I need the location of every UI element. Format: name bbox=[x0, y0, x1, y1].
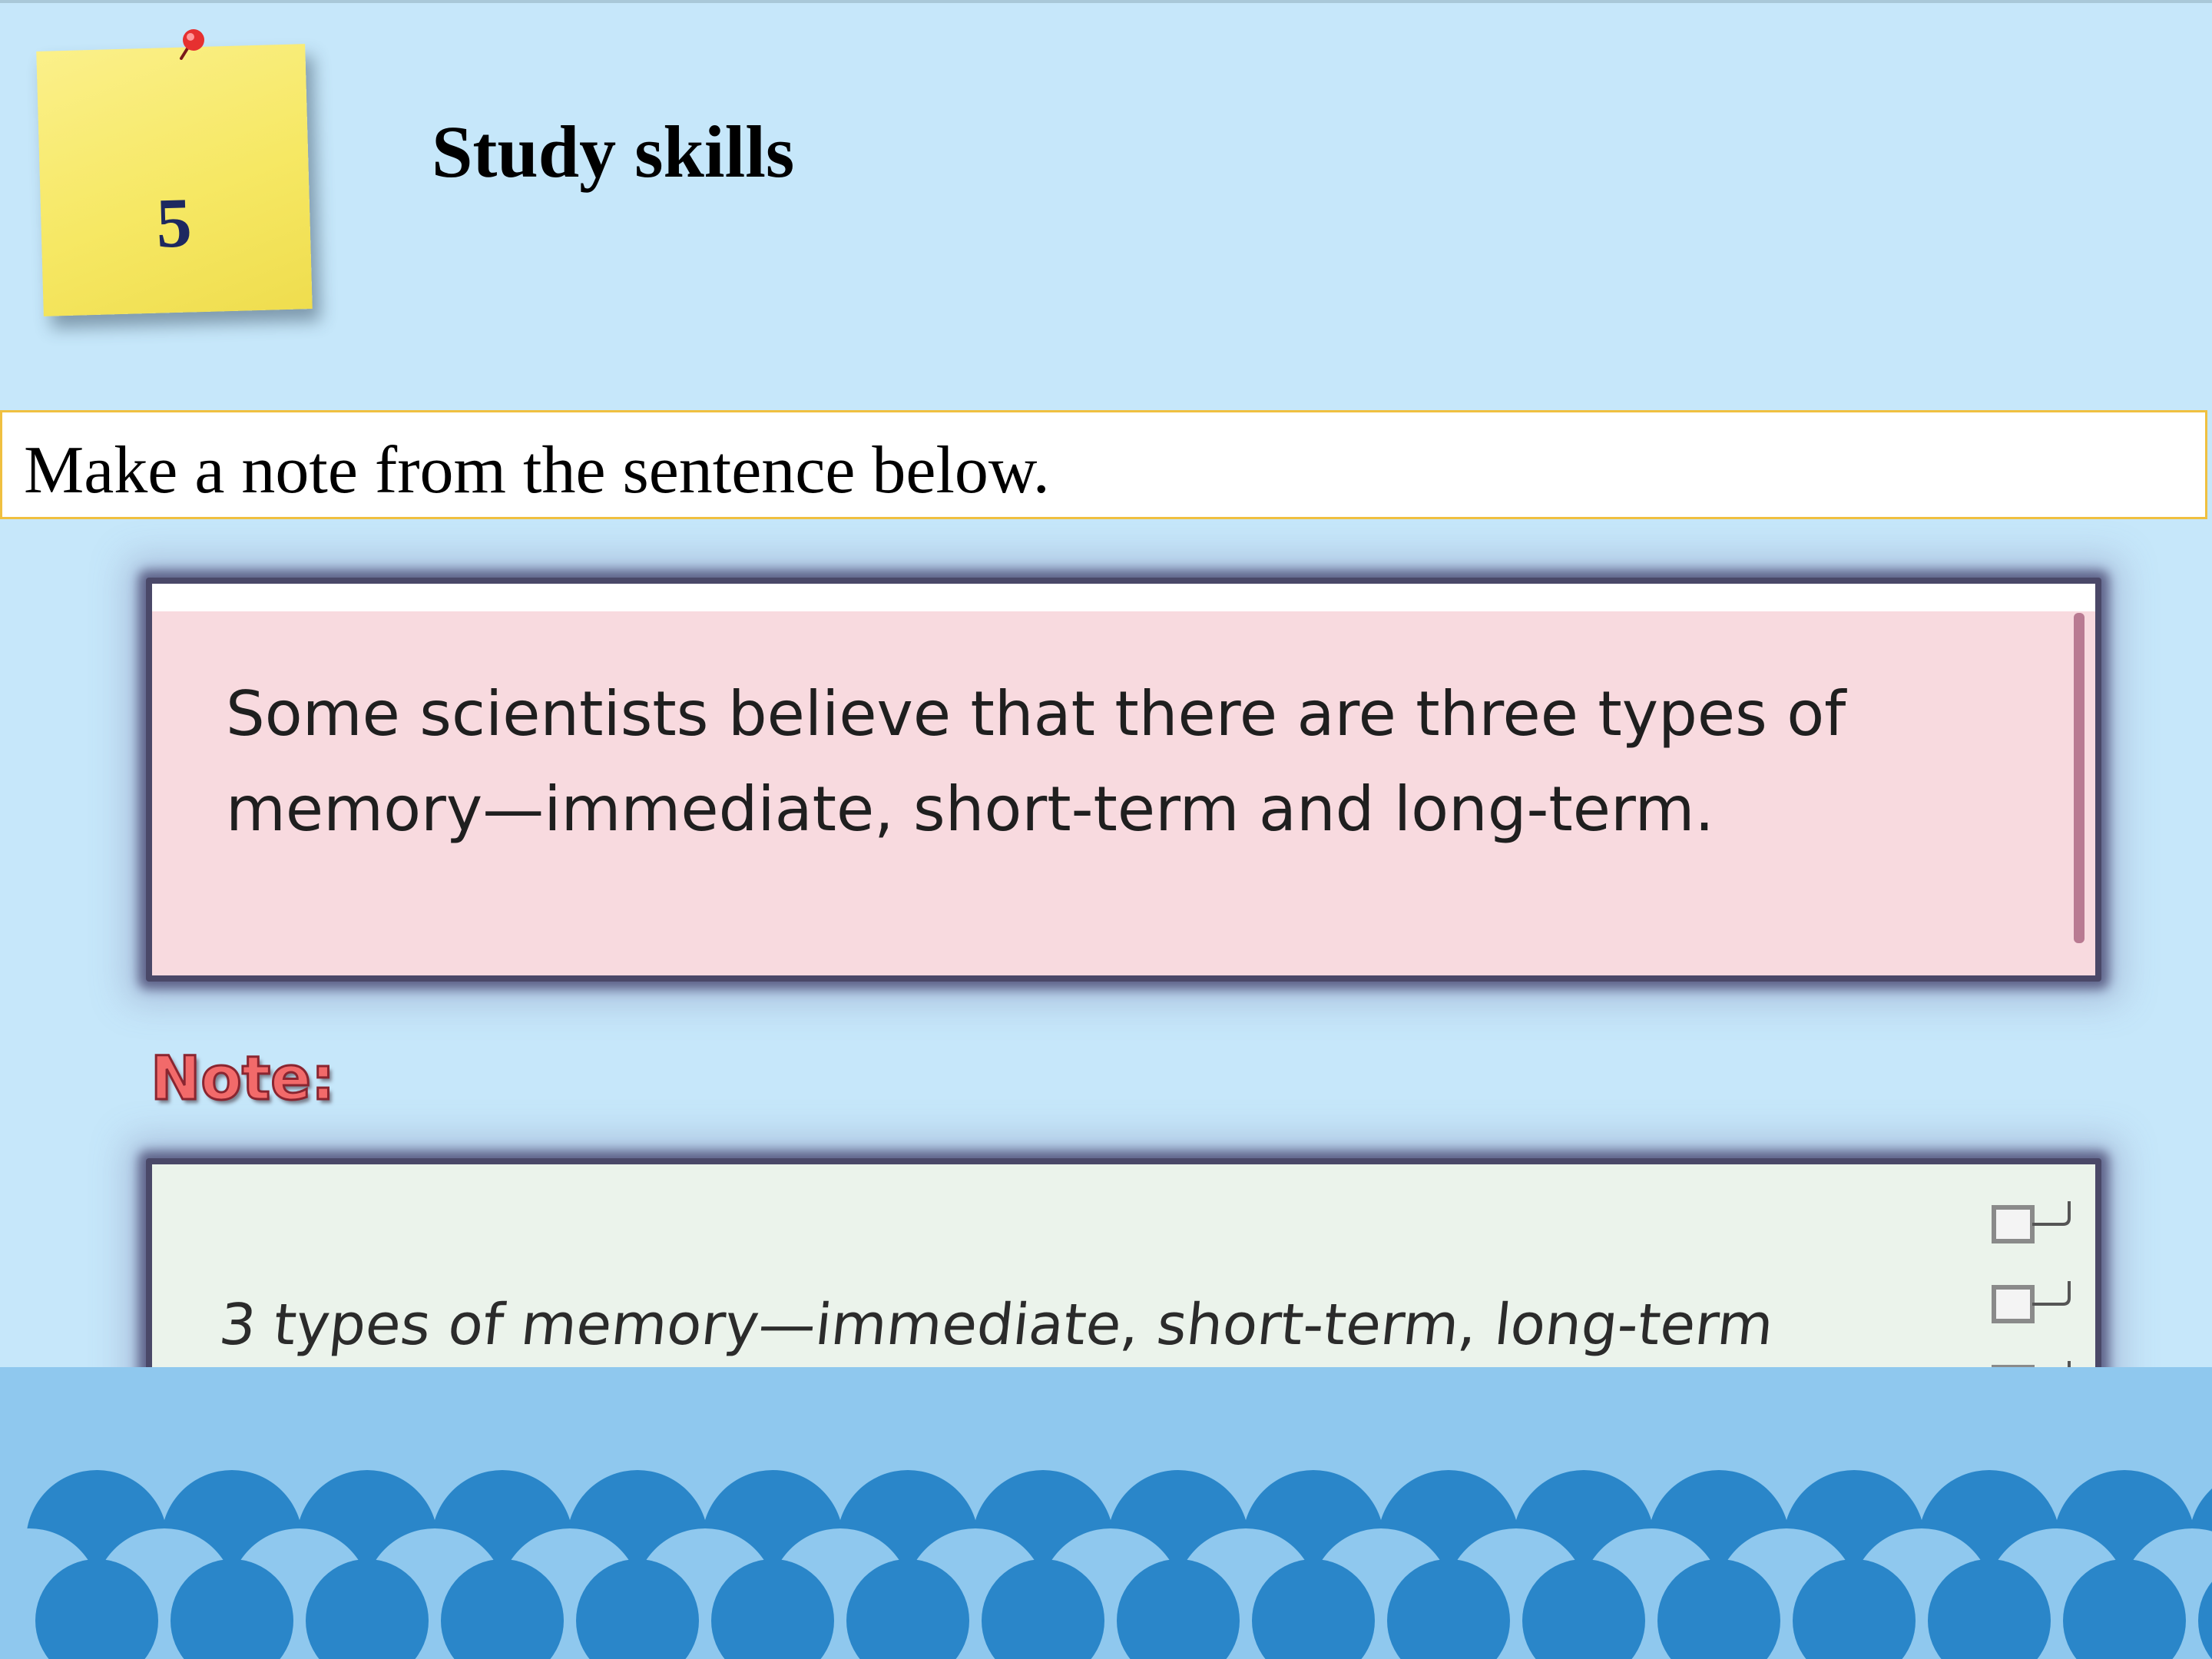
note-text: 3 types of memory—immediate, short-term,… bbox=[216, 1292, 1777, 1358]
note-label: Note: bbox=[149, 1045, 336, 1114]
wave-border bbox=[0, 1367, 2212, 1659]
section-title: Study skills bbox=[432, 111, 795, 193]
sentence-line-2: memory—immediate, short-term and long-te… bbox=[226, 773, 1714, 845]
push-pin-icon bbox=[180, 29, 204, 60]
binder-ring-icon bbox=[1992, 1281, 2071, 1323]
sentence-card: Some scientists believe that there are t… bbox=[152, 584, 2095, 975]
binder-ring-icon bbox=[1992, 1201, 2071, 1243]
top-rule bbox=[0, 0, 2212, 3]
sentence-line-1: Some scientists believe that there are t… bbox=[226, 678, 1846, 750]
sentence-frame: Some scientists believe that there are t… bbox=[146, 578, 2101, 982]
instruction-bar: Make a note from the sentence below. bbox=[0, 410, 2207, 519]
slide-number: 5 bbox=[155, 183, 193, 263]
instruction-text: Make a note from the sentence below. bbox=[24, 433, 1050, 508]
sentence-card-top-strip bbox=[152, 584, 2095, 611]
sticky-note: 5 bbox=[36, 44, 313, 316]
sentence-card-edge bbox=[2074, 613, 2085, 943]
